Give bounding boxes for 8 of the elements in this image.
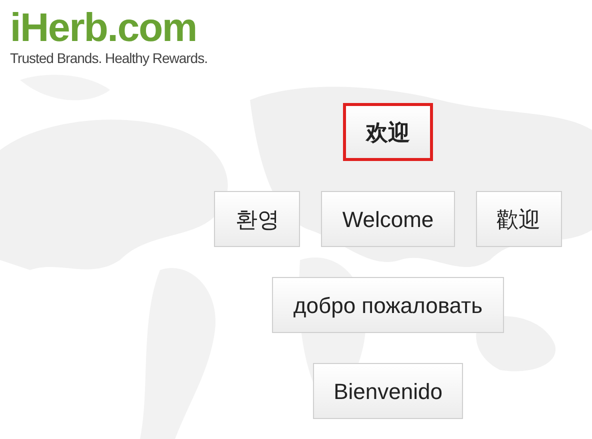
greeting-button[interactable]: добро пожаловать [272,277,504,333]
greeting-button[interactable]: 歡迎 [476,191,562,247]
greeting-button[interactable]: Bienvenido [312,363,464,419]
greeting-button[interactable]: 환영 [214,191,300,247]
logo-text: iHerb.com [10,6,198,50]
greeting-button[interactable]: 欢迎 [343,103,433,161]
greeting-button[interactable]: Welcome [321,191,455,247]
tagline: Trusted Brands. Healthy Rewards. [10,50,208,66]
